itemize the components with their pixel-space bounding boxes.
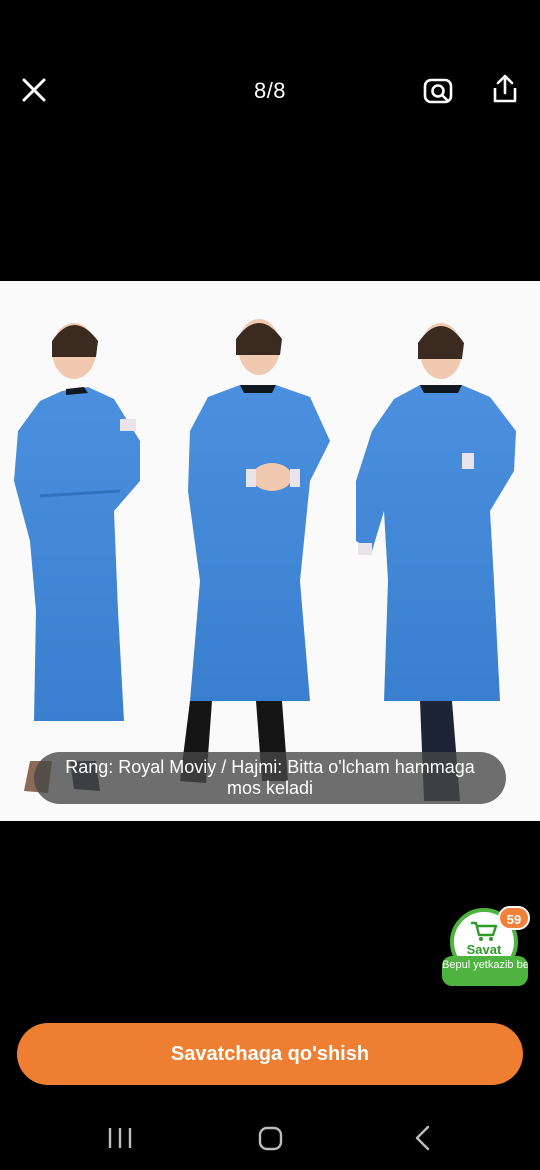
cart-count-badge: 59 bbox=[498, 906, 530, 930]
image-caption: Rang: Royal Moviy / Hajmi: Bitta o'lcham… bbox=[34, 752, 506, 804]
add-to-cart-button[interactable]: Savatchaga qo'shish bbox=[17, 1023, 523, 1085]
camera-search-icon bbox=[423, 78, 453, 104]
top-bar: 8/8 bbox=[0, 60, 540, 120]
recent-apps-button[interactable] bbox=[100, 1122, 140, 1154]
home-icon bbox=[258, 1126, 283, 1151]
model-center bbox=[180, 319, 330, 783]
cart-label: Savat bbox=[466, 942, 502, 957]
image-counter: 8/8 bbox=[253, 78, 287, 103]
model-right bbox=[356, 323, 516, 801]
back-icon bbox=[415, 1125, 430, 1151]
cart-icon bbox=[470, 921, 498, 941]
system-nav-bar bbox=[0, 1110, 540, 1170]
home-button[interactable] bbox=[250, 1122, 290, 1154]
floating-cart[interactable]: Savat 59 Bepul yetkazib beri... bbox=[440, 904, 532, 988]
free-delivery-ribbon: Bepul yetkazib beri... bbox=[442, 956, 528, 986]
recent-apps-icon bbox=[108, 1128, 132, 1148]
model-left bbox=[14, 323, 140, 793]
share-icon bbox=[493, 74, 517, 103]
product-image[interactable] bbox=[0, 281, 540, 821]
share-button[interactable] bbox=[488, 72, 522, 106]
back-button[interactable] bbox=[402, 1122, 442, 1154]
image-search-button[interactable] bbox=[422, 74, 456, 108]
gown-illustration bbox=[14, 319, 516, 801]
